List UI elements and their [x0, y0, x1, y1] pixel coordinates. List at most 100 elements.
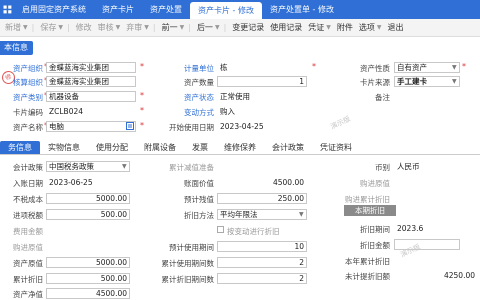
usage-record-label: 使用记录 [270, 23, 303, 32]
book-value-field[interactable]: 4500.00 [217, 177, 307, 188]
usage-record-button[interactable]: 使用记录 [267, 22, 305, 33]
required-mark: * [312, 62, 316, 71]
chevron-down-icon: ▼ [58, 24, 63, 31]
divider: | [31, 23, 35, 32]
required-mark: * [140, 106, 144, 115]
dep-amount-label: 折旧金额 [360, 241, 390, 250]
source-label: 卡片来源 [360, 78, 390, 87]
attachment-button[interactable]: 附件 [334, 22, 356, 33]
chevron-down-icon[interactable]: ▼ [299, 211, 304, 218]
tab-asset-card-modify[interactable]: 资产卡片 - 修改 [190, 2, 262, 19]
tab-invoice[interactable]: 发票 [184, 141, 216, 154]
edit-icon[interactable] [126, 122, 134, 130]
change-field[interactable]: 购入 [217, 106, 307, 117]
voucher-button[interactable]: 凭证 ▼ [305, 22, 334, 33]
divider: | [223, 23, 227, 32]
entry-date-field[interactable]: 2023-06-25 [46, 177, 130, 188]
chevron-down-icon: ▼ [179, 24, 185, 31]
tab-asset-disposal[interactable]: 资产处置 [142, 0, 190, 19]
used-field[interactable]: 2 [217, 257, 307, 268]
change-label: 变动方式 [184, 108, 214, 117]
prev-label: 前一 [161, 23, 178, 32]
salvage-field[interactable]: 250.00 [217, 193, 307, 204]
unreview-button[interactable]: 弃审 ▼ | [123, 22, 158, 33]
tab-accounting-policy[interactable]: 会计政策 [264, 141, 312, 154]
category-label: 资产类别 [13, 93, 43, 102]
toolbar: 新增 ▼ | 保存 ▼ | 修改 审核 ▼ 弃审 ▼ | 前一 ▼ | 后一 ▼ | 变更记录 使用记… [0, 19, 480, 37]
dep-period-field[interactable]: 2023.6 [394, 223, 460, 234]
owner-org-field[interactable]: 金蝶蓝海实业集团 [46, 62, 136, 73]
tab-attached-equipment[interactable]: 附属设备 [136, 141, 184, 154]
currency-field[interactable]: 人民币 [394, 161, 460, 172]
status-label: 资产状态 [184, 93, 214, 102]
remark-field[interactable] [394, 91, 460, 102]
change-record-button[interactable]: 变更记录 [229, 22, 267, 33]
new-button[interactable]: 新增 ▼ | [2, 22, 37, 33]
asset-name-field[interactable]: 电脑 [46, 121, 136, 132]
unprovided-field[interactable]: 4250.00 [394, 270, 478, 281]
tax-label: 购进原值 [13, 243, 43, 252]
prev-button[interactable]: 前一 ▼ | [159, 22, 194, 33]
orig-cost-field[interactable]: 5000.00 [46, 193, 130, 204]
unit-field[interactable]: 栋 [217, 62, 307, 73]
required-mark: * [140, 62, 144, 71]
card-no-field[interactable]: ZCLB024 [46, 106, 136, 117]
next-button[interactable]: 后一 ▼ | [194, 22, 229, 33]
save-button[interactable]: 保存 ▼ | [37, 22, 72, 33]
chevron-down-icon[interactable]: ▼ [122, 163, 127, 170]
qty-field[interactable]: 1 [217, 76, 307, 87]
cost-amount-label: 费用金额 [13, 227, 43, 236]
asset-orig-field[interactable]: 5000.00 [46, 257, 130, 268]
nature-field[interactable]: 自有资产 [394, 62, 460, 73]
category-field[interactable]: 机器设备 [46, 91, 136, 102]
tab-asset-card[interactable]: 资产卡片 [94, 0, 142, 19]
accum-dep-field[interactable]: 500.00 [46, 273, 130, 284]
exit-button[interactable]: 退出 [385, 22, 407, 33]
life-field[interactable]: 10 [217, 241, 307, 252]
tab-physical-info[interactable]: 实物信息 [40, 141, 88, 154]
save-label: 保存 [40, 23, 57, 32]
chevron-down-icon[interactable]: ▼ [452, 78, 457, 85]
source-field[interactable]: 手工建卡 [394, 76, 460, 87]
required-mark: * [140, 121, 144, 130]
policy-field[interactable]: 中国税务政策 [46, 161, 130, 172]
method-label: 折旧方法 [184, 211, 214, 220]
asset-orig-label: 资产原值 [13, 259, 43, 268]
home-icon[interactable] [0, 0, 14, 19]
section-basic-info[interactable]: 本信息 [0, 41, 33, 55]
tab-enable-fixed-asset[interactable]: 启用固定资产系统 [14, 0, 94, 19]
acct-org-field[interactable]: 金蝶蓝海实业集团 [46, 76, 136, 87]
asset-name-label: 资产名称 [13, 123, 43, 132]
new-label: 新增 [5, 23, 21, 32]
chevron-down-icon: ▼ [376, 24, 382, 31]
chevron-down-icon[interactable]: ▼ [452, 64, 457, 71]
dep-periods-label: 累计折旧期间数 [161, 275, 215, 284]
net-value-field[interactable]: 4500.00 [46, 288, 130, 299]
status-field[interactable]: 正常使用 [217, 91, 307, 102]
net-value-label: 资产净值 [13, 290, 43, 299]
by-workload-checkbox[interactable] [217, 226, 224, 233]
tab-asset-disposal-modify[interactable]: 资产处置单 - 修改 [262, 0, 342, 19]
remark-label: 备注 [375, 93, 390, 102]
tab-finance-info[interactable]: 务信息 [0, 141, 40, 154]
review-button[interactable]: 审核 ▼ [95, 22, 124, 33]
used-label: 累计使用期间数 [161, 259, 215, 268]
acct-org-label: 核算组织 [13, 78, 43, 87]
change-record-label: 变更记录 [232, 23, 265, 32]
method-field[interactable]: 平均年限法 [217, 209, 307, 220]
nature-label: 资产性质 [360, 64, 390, 73]
tab-voucher-data[interactable]: 凭证资料 [312, 141, 360, 154]
dep-periods-field[interactable]: 2 [217, 273, 307, 284]
tab-usage-allocation[interactable]: 使用分配 [88, 141, 136, 154]
options-label: 选项 [358, 23, 375, 32]
tab-maintenance[interactable]: 维修保养 [216, 141, 264, 154]
input-tax-field[interactable]: 500.00 [46, 209, 130, 220]
period-dep-header: 本期折旧 [344, 205, 396, 216]
options-button[interactable]: 选项 ▼ [356, 22, 385, 33]
start-date-label: 开始使用日期 [169, 123, 214, 132]
start-date-field[interactable]: 2023-04-25 [217, 121, 307, 132]
modify-button[interactable]: 修改 [73, 22, 95, 33]
purchase-dep-label: 购进累计折旧 [345, 195, 390, 204]
attachment-label: 附件 [336, 23, 353, 32]
dep-period-label: 折旧期间 [360, 225, 390, 234]
